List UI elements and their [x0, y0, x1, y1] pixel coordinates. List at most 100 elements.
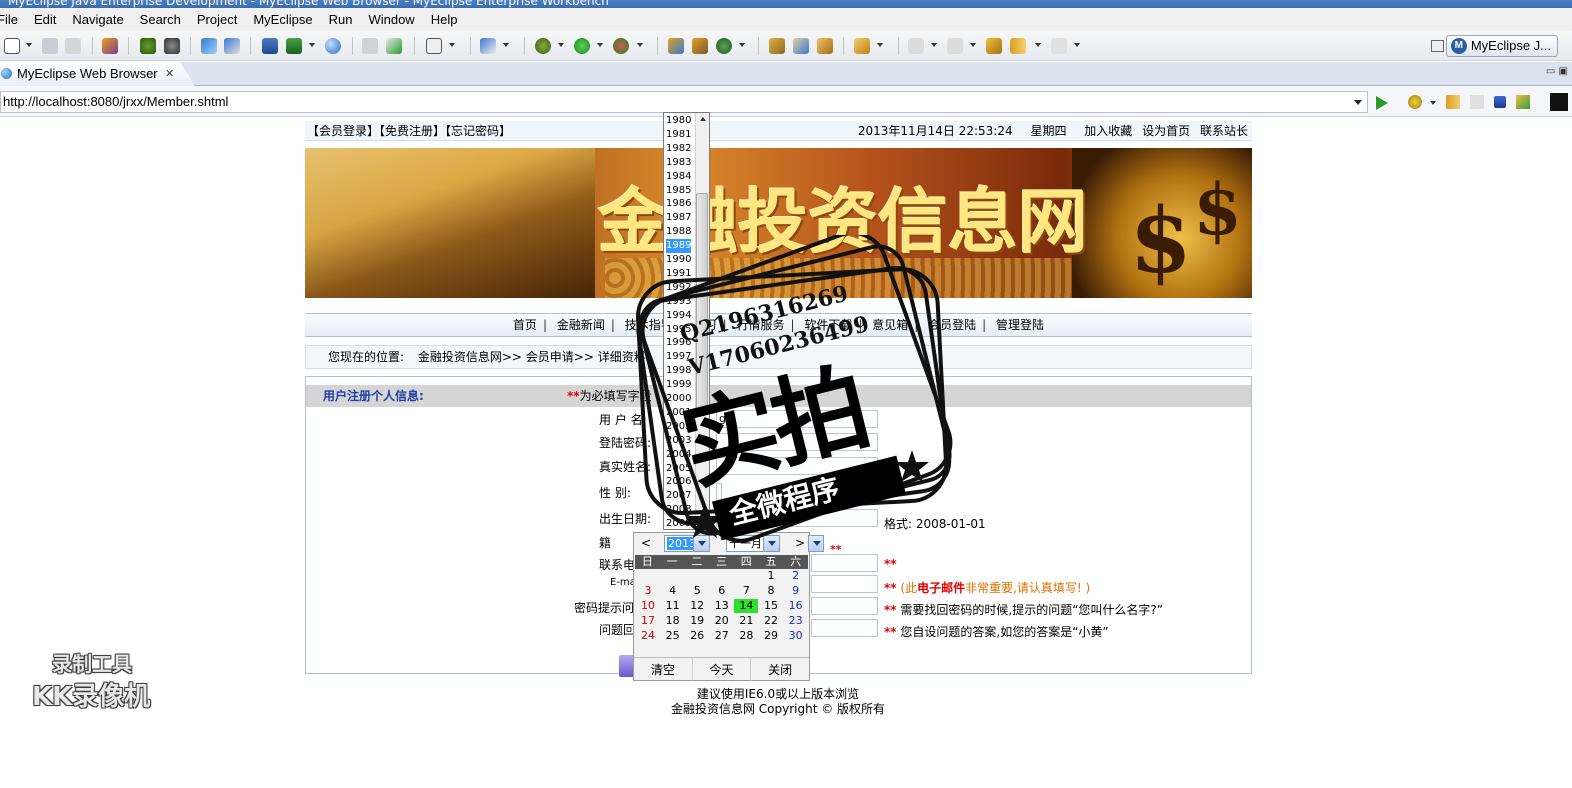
menu-myeclipse[interactable]: MyEclipse — [245, 12, 320, 27]
member-links[interactable]: 【会员登录】【免费注册】【忘记密码】 — [307, 121, 511, 141]
nav-feedback[interactable]: 意见箱 — [872, 318, 908, 332]
calendar-day[interactable]: 20 — [710, 614, 734, 628]
server-icon[interactable] — [164, 38, 180, 54]
stop-icon[interactable] — [1494, 96, 1506, 108]
birthdate-input[interactable] — [716, 509, 878, 527]
folder-icon[interactable] — [817, 38, 833, 54]
new-wizard-icon[interactable] — [480, 38, 496, 54]
calendar-day[interactable]: 5 — [685, 584, 709, 598]
calendar-day[interactable]: 26 — [685, 629, 709, 643]
chevron-down-icon[interactable] — [693, 536, 709, 551]
year-option[interactable]: 1999 — [666, 378, 691, 392]
breadcrumb-path[interactable]: 金融投资信息网>> 会员申请>> 详细资料 — [418, 350, 646, 364]
pen-icon[interactable] — [793, 38, 809, 54]
year-option[interactable]: 1995 — [666, 323, 691, 337]
year-option[interactable]: 1987 — [666, 211, 691, 225]
go-icon[interactable] — [1376, 96, 1388, 110]
prev-annotation-icon[interactable] — [947, 38, 963, 54]
browser-globe-icon[interactable] — [325, 38, 341, 54]
external-tools-icon[interactable] — [613, 38, 629, 54]
folder-open-icon[interactable] — [854, 38, 870, 54]
calendar-day[interactable]: 19 — [685, 614, 709, 628]
print-icon[interactable] — [65, 38, 81, 54]
minimize-maximize-icon[interactable]: ▭ ▣ — [1546, 66, 1568, 77]
calendar-day[interactable]: 29 — [759, 629, 783, 643]
calendar-day[interactable]: 8 — [759, 584, 783, 598]
year-option[interactable]: 1992 — [666, 281, 691, 295]
year-option[interactable]: 1988 — [666, 225, 691, 239]
calendar-day[interactable]: 30 — [784, 629, 808, 643]
open-perspective-icon[interactable] — [1431, 40, 1444, 52]
year-list-scrollbar[interactable] — [695, 113, 709, 529]
browser-forward-icon[interactable] — [1470, 95, 1484, 109]
tab-web-browser[interactable]: MyEclipse Web Browser ✕ — [0, 62, 195, 86]
username-input[interactable]: g — [716, 410, 878, 428]
year-select[interactable]: 2013 — [664, 535, 710, 552]
calendar-day[interactable]: 9 — [784, 584, 808, 598]
year-option[interactable]: 1998 — [666, 364, 691, 378]
next-annotation-icon[interactable] — [908, 38, 924, 54]
calendar-day[interactable]: 13 — [710, 599, 734, 613]
pwd-answer-input[interactable] — [811, 619, 878, 637]
year-option[interactable]: 1994 — [666, 309, 691, 323]
calendar-day[interactable]: 24 — [636, 629, 660, 643]
year-option[interactable]: 2005 — [666, 462, 691, 476]
calendar-day[interactable]: 16 — [784, 599, 808, 613]
scroll-up-icon[interactable] — [700, 117, 706, 121]
scrollbar-thumb[interactable] — [696, 193, 708, 413]
new-icon[interactable] — [4, 38, 20, 54]
year-option[interactable]: 1997 — [666, 350, 691, 364]
calendar-day[interactable]: 1 — [759, 569, 783, 583]
close-button[interactable]: 关闭 — [751, 658, 809, 681]
year-option[interactable]: 1982 — [666, 142, 691, 156]
year-option[interactable]: 2008 — [666, 503, 691, 517]
run-icon[interactable] — [574, 38, 590, 54]
contact-admin-link[interactable]: 联系站长 — [1200, 124, 1248, 138]
bug-icon[interactable] — [140, 38, 156, 54]
calendar-day[interactable]: 18 — [661, 614, 685, 628]
refresh-page-icon[interactable] — [1516, 95, 1530, 109]
calendar-day[interactable]: 6 — [710, 584, 734, 598]
url-input[interactable]: http://localhost:8080/jrxx/Member.shtml — [0, 91, 1368, 113]
next-month-button[interactable]: > — [795, 536, 805, 550]
year-dropdown-list[interactable]: 1980 1981 1982 1983 1984 1985 1986 1987 1988 1989… — [663, 112, 710, 530]
year-option[interactable]: 2001 — [666, 406, 691, 420]
set-homepage-link[interactable]: 设为首页 — [1142, 124, 1190, 138]
open-type-icon[interactable] — [362, 38, 378, 54]
year-option[interactable]: 1986 — [666, 197, 691, 211]
menu-navigate[interactable]: Navigate — [64, 12, 131, 27]
server-dropdown-icon[interactable] — [309, 43, 315, 47]
calendar-day[interactable]: 2 — [784, 569, 808, 583]
debug-icon[interactable] — [535, 38, 551, 54]
today-button[interactable]: 今天 — [693, 658, 752, 681]
last-edit-icon[interactable] — [986, 38, 1002, 54]
year-option[interactable]: 1993 — [666, 295, 691, 309]
year-option[interactable]: 2002 — [666, 420, 691, 434]
perspective-button[interactable]: M MyEclipse J... — [1445, 35, 1558, 57]
forward-icon[interactable] — [1051, 38, 1067, 54]
nav-market-service[interactable]: 行情服务 — [736, 318, 784, 332]
calendar-day[interactable]: 17 — [636, 614, 660, 628]
year-option[interactable]: 1989 — [666, 239, 691, 254]
year-option[interactable]: 2000 — [666, 392, 691, 406]
month-select[interactable]: 十一月 — [726, 535, 780, 552]
year-option[interactable]: 2006 — [666, 475, 691, 489]
nav-home[interactable]: 首页 — [513, 318, 537, 332]
menu-file[interactable]: File — [0, 12, 26, 27]
screenshot-icon[interactable] — [426, 38, 442, 54]
year-option[interactable]: 2009 — [666, 517, 691, 529]
refresh-icon[interactable] — [716, 38, 732, 54]
year-option[interactable]: 2003 — [666, 434, 691, 448]
db-icon[interactable] — [262, 38, 278, 54]
calendar-day[interactable]: 22 — [759, 614, 783, 628]
menu-project[interactable]: Project — [189, 12, 245, 27]
menu-search[interactable]: Search — [132, 12, 189, 27]
year-option[interactable]: 1990 — [666, 253, 691, 267]
back-icon[interactable] — [1010, 38, 1026, 54]
calendar-day[interactable]: 28 — [734, 629, 758, 643]
year-option[interactable]: 1983 — [666, 156, 691, 170]
clear-button[interactable]: 清空 — [634, 658, 693, 681]
gender-select[interactable] — [716, 483, 722, 501]
email-input[interactable] — [811, 575, 878, 593]
year-option[interactable]: 1991 — [666, 267, 691, 281]
